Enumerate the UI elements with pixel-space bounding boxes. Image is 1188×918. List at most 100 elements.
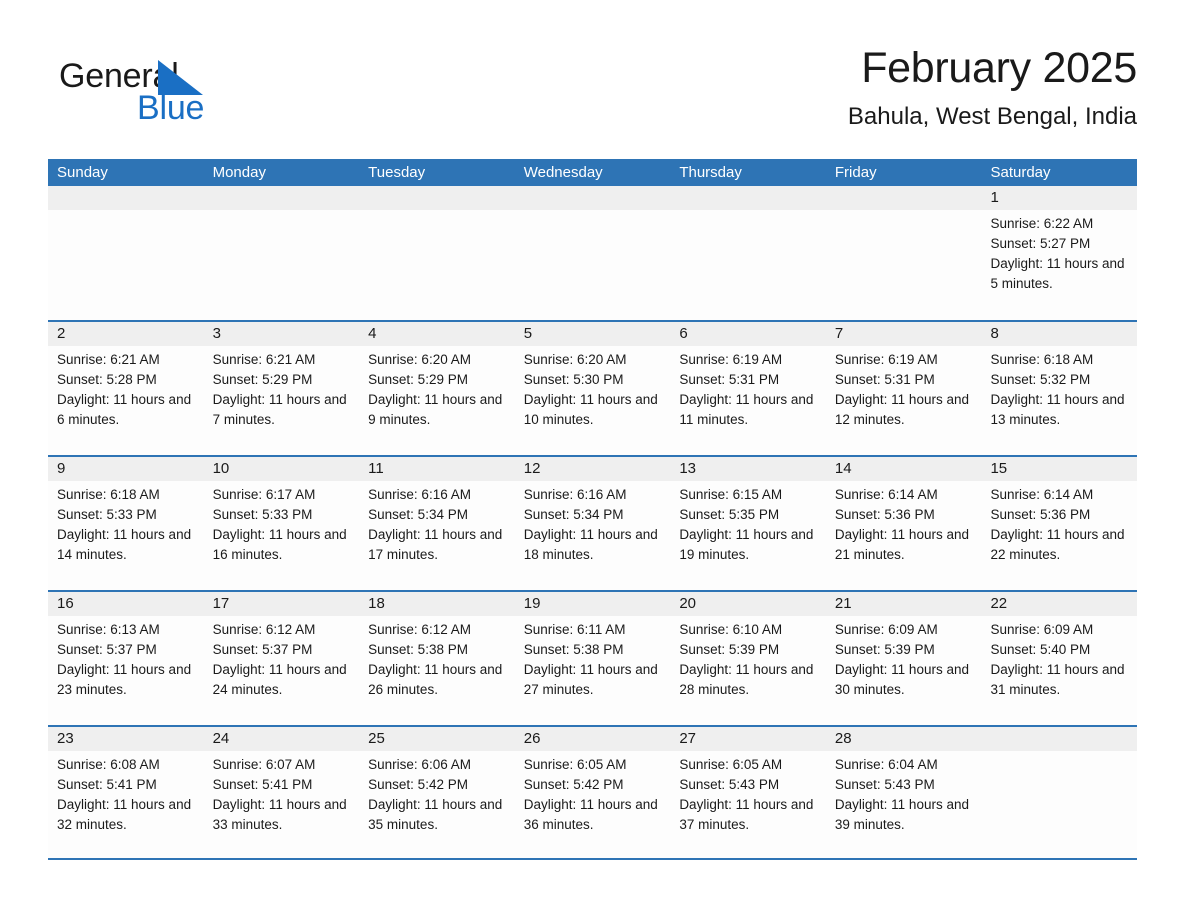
title-block: February 2025 Bahula, West Bengal, India (848, 42, 1137, 132)
day-cell[interactable]: 1 Sunrise: 6:22 AM Sunset: 5:27 PM Daylig… (981, 186, 1138, 320)
day-number: 7 (834, 325, 844, 342)
day-number-band: 1 (981, 186, 1138, 210)
day-number: 23 (57, 730, 74, 747)
day-cell[interactable] (48, 186, 204, 320)
day-number-band: 10 (203, 457, 360, 481)
day-sun-info: Sunrise: 6:06 AM Sunset: 5:42 PM Dayligh… (368, 757, 503, 832)
day-sun-info: Sunrise: 6:18 AM Sunset: 5:33 PM Dayligh… (57, 487, 192, 562)
day-cell[interactable]: 9 Sunrise: 6:18 AM Sunset: 5:33 PM Daylig… (48, 457, 204, 590)
day-cell[interactable]: 6 Sunrise: 6:19 AM Sunset: 5:31 PM Daylig… (670, 322, 826, 455)
weekday-header-row: Sunday Monday Tuesday Wednesday Thursday… (48, 159, 1137, 186)
day-number: 28 (834, 730, 852, 747)
day-cell[interactable]: 13 Sunrise: 6:15 AM Sunset: 5:35 PM Dayli… (670, 457, 826, 590)
day-cell[interactable]: 11 Sunrise: 6:16 AM Sunset: 5:34 PM Dayli… (359, 457, 515, 590)
day-sun-info: Sunrise: 6:12 AM Sunset: 5:37 PM Dayligh… (212, 622, 347, 697)
day-sun-info: Sunrise: 6:09 AM Sunset: 5:39 PM Dayligh… (834, 622, 969, 697)
day-number-band: 5 (514, 322, 671, 346)
weekday-header-thursday: Thursday (679, 164, 742, 181)
day-cell[interactable]: 14 Sunrise: 6:14 AM Sunset: 5:36 PM Dayli… (825, 457, 982, 590)
day-cell[interactable]: 2 Sunrise: 6:21 AM Sunset: 5:28 PM Daylig… (48, 322, 204, 455)
day-number-band: 26 (514, 727, 671, 751)
day-cell[interactable]: 24 Sunrise: 6:07 AM Sunset: 5:41 PM Dayli… (203, 727, 360, 858)
day-cell[interactable]: 21 Sunrise: 6:09 AM Sunset: 5:39 PM Dayli… (825, 592, 982, 725)
day-number: 6 (679, 325, 688, 342)
day-sun-info: Sunrise: 6:05 AM Sunset: 5:42 PM Dayligh… (523, 757, 658, 832)
day-number: 5 (523, 325, 533, 342)
day-cell[interactable]: 16 Sunrise: 6:13 AM Sunset: 5:37 PM Dayli… (48, 592, 204, 725)
day-sun-info (670, 210, 826, 214)
day-number-band: 27 (670, 727, 826, 751)
day-cell[interactable]: 27 Sunrise: 6:05 AM Sunset: 5:43 PM Dayli… (670, 727, 826, 858)
day-number: 12 (523, 460, 541, 477)
day-number: 4 (368, 325, 377, 342)
day-cell[interactable] (514, 186, 671, 320)
day-sun-info: Sunrise: 6:20 AM Sunset: 5:29 PM Dayligh… (368, 352, 503, 427)
day-number: 8 (990, 325, 999, 342)
day-number-band (48, 186, 204, 210)
calendar-week-row: 16 Sunrise: 6:13 AM Sunset: 5:37 PM Dayli… (48, 590, 1138, 725)
day-number: 2 (57, 325, 66, 342)
day-number-band (514, 186, 671, 210)
day-number-band: 3 (203, 322, 360, 346)
generalblue-logo[interactable]: General Blue (59, 56, 259, 128)
weekday-header-sunday: Sunday (57, 164, 108, 181)
day-cell[interactable]: 19 Sunrise: 6:11 AM Sunset: 5:38 PM Dayli… (514, 592, 671, 725)
day-sun-info: Sunrise: 6:08 AM Sunset: 5:41 PM Dayligh… (57, 757, 192, 832)
day-number-band: 14 (825, 457, 982, 481)
day-cell[interactable]: 4 Sunrise: 6:20 AM Sunset: 5:29 PM Daylig… (359, 322, 515, 455)
day-sun-info: Sunrise: 6:19 AM Sunset: 5:31 PM Dayligh… (834, 352, 969, 427)
day-number-band: 22 (981, 592, 1138, 616)
day-cell[interactable]: 3 Sunrise: 6:21 AM Sunset: 5:29 PM Daylig… (203, 322, 360, 455)
day-number: 14 (834, 460, 852, 477)
day-cell[interactable]: 28 Sunrise: 6:04 AM Sunset: 5:43 PM Dayli… (825, 727, 982, 858)
calendar-week-row: 9 Sunrise: 6:18 AM Sunset: 5:33 PM Daylig… (48, 455, 1138, 590)
day-number-band: 8 (981, 322, 1138, 346)
day-cell[interactable]: 22 Sunrise: 6:09 AM Sunset: 5:40 PM Dayli… (981, 592, 1138, 725)
day-cell[interactable]: 15 Sunrise: 6:14 AM Sunset: 5:36 PM Dayli… (981, 457, 1138, 590)
day-number-band: 24 (203, 727, 360, 751)
day-cell[interactable] (825, 186, 982, 320)
day-number: 26 (523, 730, 541, 747)
day-number: 1 (990, 189, 999, 206)
day-sun-info (981, 751, 1137, 755)
weekday-header-friday: Friday (834, 164, 877, 181)
day-number-band: 17 (203, 592, 360, 616)
day-cell[interactable]: 23 Sunrise: 6:08 AM Sunset: 5:41 PM Dayli… (48, 727, 204, 858)
weekday-header-saturday: Saturday (990, 164, 1051, 181)
day-cell[interactable]: 25 Sunrise: 6:06 AM Sunset: 5:42 PM Dayli… (359, 727, 515, 858)
page-title: February 2025 (861, 44, 1137, 92)
page-header: General Blue February 2025 Bahula, West … (48, 42, 1137, 142)
day-sun-info: Sunrise: 6:05 AM Sunset: 5:43 PM Dayligh… (679, 757, 814, 832)
day-number-band: 20 (670, 592, 826, 616)
day-number-band (825, 186, 982, 210)
day-sun-info (48, 210, 204, 214)
day-cell[interactable]: 12 Sunrise: 6:16 AM Sunset: 5:34 PM Dayli… (514, 457, 671, 590)
day-cell[interactable] (359, 186, 515, 320)
day-cell[interactable]: 26 Sunrise: 6:05 AM Sunset: 5:42 PM Dayli… (514, 727, 671, 858)
day-sun-info: Sunrise: 6:20 AM Sunset: 5:30 PM Dayligh… (523, 352, 658, 427)
day-number-band (359, 186, 515, 210)
day-cell[interactable] (981, 727, 1138, 858)
day-cell[interactable]: 8 Sunrise: 6:18 AM Sunset: 5:32 PM Daylig… (981, 322, 1138, 455)
calendar-week-row: 2 Sunrise: 6:21 AM Sunset: 5:28 PM Daylig… (48, 320, 1138, 455)
day-sun-info (359, 210, 515, 214)
logo-text-blue: Blue (137, 89, 205, 127)
day-number: 24 (212, 730, 230, 747)
day-cell[interactable] (670, 186, 826, 320)
calendar-page: General Blue February 2025 Bahula, West … (0, 0, 1188, 918)
day-cell[interactable] (203, 186, 360, 320)
day-number: 19 (523, 595, 541, 612)
day-cell[interactable]: 7 Sunrise: 6:19 AM Sunset: 5:31 PM Daylig… (825, 322, 982, 455)
day-cell[interactable]: 20 Sunrise: 6:10 AM Sunset: 5:39 PM Dayli… (670, 592, 826, 725)
day-cell[interactable]: 17 Sunrise: 6:12 AM Sunset: 5:37 PM Dayli… (203, 592, 360, 725)
day-cell[interactable]: 18 Sunrise: 6:12 AM Sunset: 5:38 PM Dayli… (359, 592, 515, 725)
day-number: 11 (368, 460, 384, 477)
day-number: 20 (679, 595, 696, 612)
day-cell[interactable]: 5 Sunrise: 6:20 AM Sunset: 5:30 PM Daylig… (514, 322, 671, 455)
day-cell[interactable]: 10 Sunrise: 6:17 AM Sunset: 5:33 PM Dayli… (203, 457, 360, 590)
day-number: 18 (368, 595, 385, 612)
weekday-header-monday: Monday (212, 164, 266, 181)
day-sun-info: Sunrise: 6:18 AM Sunset: 5:32 PM Dayligh… (990, 352, 1125, 427)
day-number: 16 (57, 595, 74, 612)
weekday-header-tuesday: Tuesday (368, 164, 426, 181)
